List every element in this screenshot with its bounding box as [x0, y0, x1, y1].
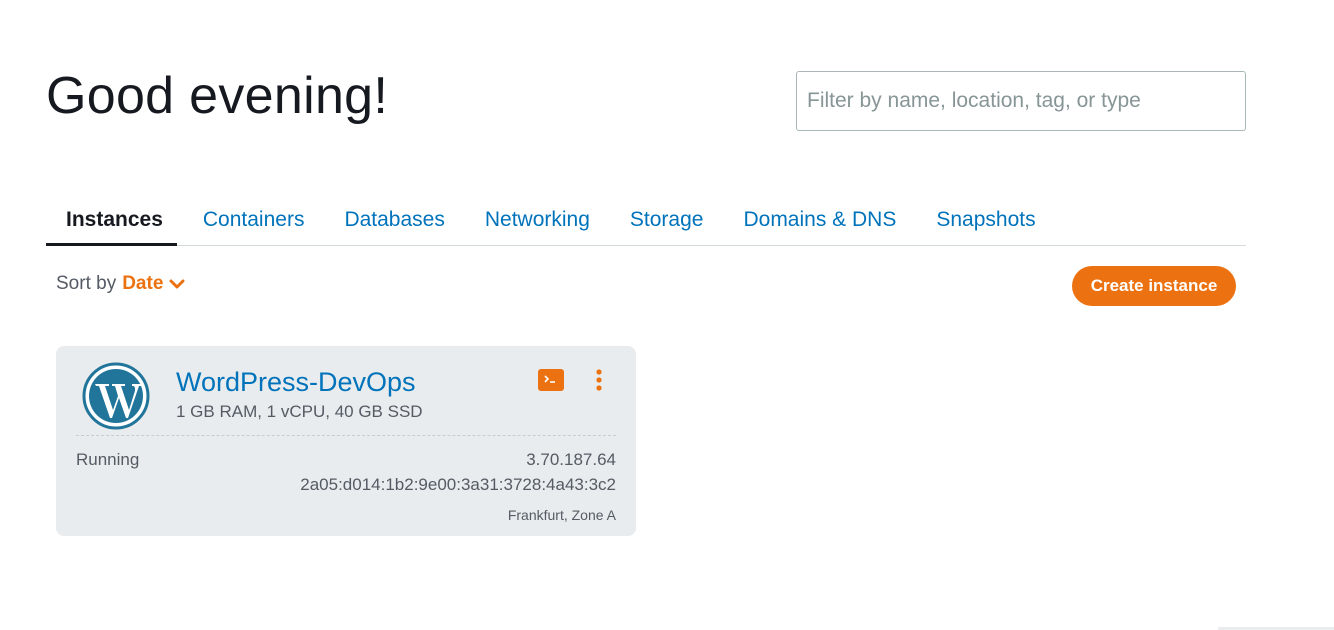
instance-name-link[interactable]: WordPress-DevOps — [176, 367, 416, 398]
public-ipv4: 3.70.187.64 — [526, 450, 616, 469]
resource-tabs: Instances Containers Databases Networkin… — [46, 196, 1246, 246]
instance-card: WordPress-DevOps 1 GB RAM, 1 vCPU, 40 GB… — [56, 346, 636, 536]
sort-dropdown[interactable]: Sort by Date — [56, 273, 185, 295]
sort-value: Date — [122, 273, 164, 294]
card-divider — [76, 435, 616, 436]
filter-input[interactable] — [796, 71, 1246, 131]
more-options-button[interactable] — [592, 368, 606, 394]
tab-snapshots[interactable]: Snapshots — [936, 196, 1035, 244]
page-title: Good evening! — [46, 67, 389, 125]
tab-networking[interactable]: Networking — [485, 196, 590, 244]
create-instance-button[interactable]: Create instance — [1072, 266, 1236, 306]
chevron-down-icon — [169, 279, 185, 289]
instance-status: Running — [76, 450, 140, 469]
tab-databases[interactable]: Databases — [344, 196, 444, 244]
tab-domains-dns[interactable]: Domains & DNS — [743, 196, 896, 244]
tab-instances[interactable]: Instances — [46, 196, 177, 246]
terminal-icon — [544, 375, 555, 383]
instance-location: Frankfurt, Zone A — [507, 507, 616, 523]
tab-storage[interactable]: Storage — [630, 196, 704, 244]
public-ipv6: 2a05:d014:1b2:9e00:3a31:3728:4a43:3c2 — [300, 475, 616, 494]
sort-label: Sort by — [56, 273, 117, 294]
page: Good evening! Instances Containers Datab… — [0, 0, 1334, 630]
wordpress-icon — [82, 362, 150, 430]
connect-terminal-button[interactable] — [538, 369, 564, 391]
tab-containers[interactable]: Containers — [203, 196, 305, 244]
kebab-menu-icon — [596, 369, 602, 391]
instance-spec: 1 GB RAM, 1 vCPU, 40 GB SSD — [176, 402, 423, 421]
